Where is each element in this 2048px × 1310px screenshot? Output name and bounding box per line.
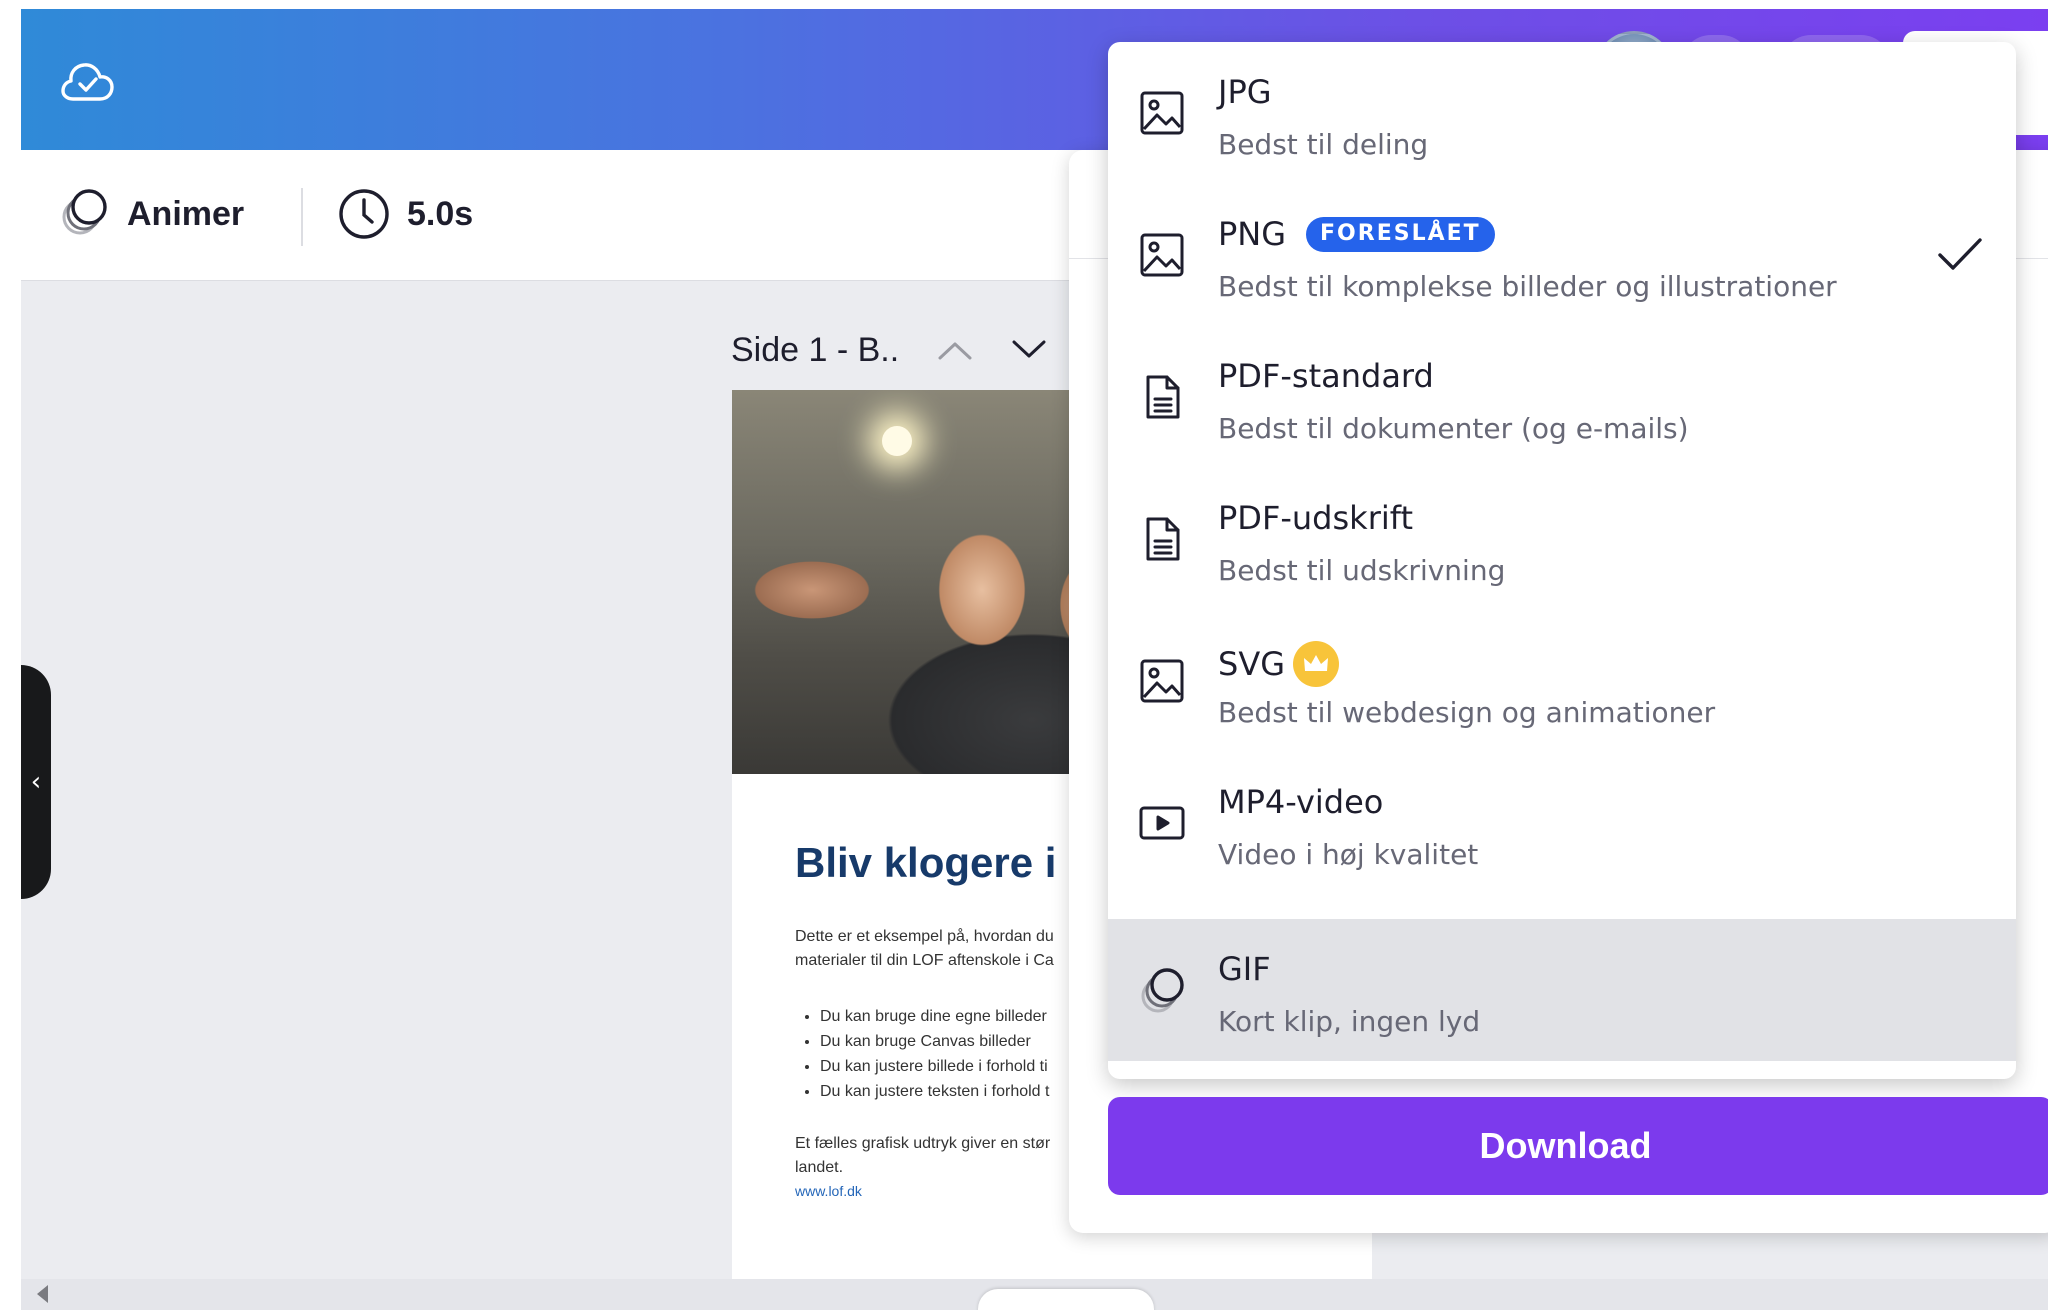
format-option-gif[interactable]: GIF Kort klip, ingen lyd (1108, 919, 2016, 1061)
format-description: Kort klip, ingen lyd (1218, 1005, 1481, 1038)
format-name: GIF (1218, 950, 1271, 988)
format-option-jpg[interactable]: JPG Bedst til deling (1108, 42, 2016, 184)
format-option-mp4[interactable]: MP4-video Video i høj kvalitet (1108, 752, 2016, 894)
format-description: Bedst til dokumenter (og e-mails) (1218, 412, 1689, 445)
format-description: Bedst til deling (1218, 128, 1429, 161)
format-description: Bedst til webdesign og animationer (1218, 696, 1716, 729)
list-item: Du kan justere billede i forhold ti (820, 1054, 1049, 1079)
page-heading[interactable]: Bliv klogere i (795, 839, 1056, 887)
chevron-up-icon (938, 342, 972, 360)
page-down-button[interactable] (1003, 324, 1055, 376)
animate-icon (62, 189, 107, 235)
page-header: Side 1 - B.. (731, 324, 1055, 376)
list-item: Du kan justere teksten i forhold t (820, 1079, 1049, 1104)
format-name: JPG (1218, 73, 1272, 111)
image-icon (1140, 91, 1184, 135)
format-name: SVG (1218, 645, 1285, 683)
scroll-left-icon[interactable] (37, 1285, 48, 1303)
list-item: Du kan bruge Canvas billeder (820, 1029, 1049, 1054)
format-option-svg[interactable]: SVG Bedst til webdesign og animationer (1108, 610, 2016, 752)
file-type-list: JPG Bedst til deling PNG FORESLÅET Bedst… (1108, 42, 2016, 1079)
premium-crown-icon (1293, 641, 1339, 687)
horizontal-scrollbar[interactable] (21, 1279, 2048, 1310)
page-up-button[interactable] (929, 324, 981, 376)
page-outro-line[interactable]: Et fælles grafisk udtryk giver en stør (795, 1132, 1050, 1156)
format-option-pdf-standard[interactable]: PDF-standard Bedst til dokumenter (og e-… (1108, 326, 2016, 468)
format-option-pdf-print[interactable]: PDF-udskrift Bedst til udskrivning (1108, 468, 2016, 610)
toolbar-divider (301, 188, 303, 246)
format-description: Bedst til komplekse billeder og illustra… (1218, 270, 1837, 303)
format-description: Video i høj kvalitet (1218, 838, 1479, 871)
chevron-left-icon: ‹ (30, 767, 42, 797)
animate-icon (1141, 968, 1184, 1013)
page-intro-line[interactable]: Dette er et eksempel på, hvordan du (795, 925, 1054, 949)
format-name: PDF-standard (1218, 357, 1434, 395)
animate-label: Animer (127, 194, 245, 233)
document-icon (1146, 517, 1180, 561)
video-icon (1139, 806, 1185, 840)
clock-icon (339, 189, 389, 239)
cloud-saved-icon[interactable] (59, 54, 117, 112)
side-panel-toggle[interactable]: ‹ (21, 665, 51, 899)
page-title[interactable]: Side 1 - B.. (731, 331, 899, 370)
duration-button[interactable]: 5.0s (337, 186, 473, 242)
format-option-png[interactable]: PNG FORESLÅET Bedst til komplekse billed… (1108, 184, 2016, 326)
page-bullet-list[interactable]: Du kan bruge dine egne billeder Du kan b… (800, 1004, 1049, 1104)
download-button[interactable]: Download (1108, 1097, 2048, 1195)
chevron-down-icon (1012, 340, 1046, 358)
checkmark-icon (1938, 238, 1982, 270)
photo-lamp (882, 426, 912, 456)
format-name: PDF-udskrift (1218, 499, 1413, 537)
document-icon (1146, 375, 1180, 419)
share-indicator (2011, 139, 2048, 150)
download-button-label: Download (1479, 1125, 1652, 1166)
page-link[interactable]: www.lof.dk (795, 1183, 862, 1199)
suggested-badge: FORESLÅET (1306, 216, 1495, 252)
format-name: PNG (1218, 215, 1287, 253)
page-intro-line[interactable]: materialer til din LOF aftenskole i Ca (795, 949, 1054, 973)
image-icon (1140, 659, 1184, 703)
format-name: MP4-video (1218, 783, 1384, 821)
page-drawer-handle[interactable] (978, 1289, 1154, 1310)
image-icon (1140, 233, 1184, 277)
format-description: Bedst til udskrivning (1218, 554, 1506, 587)
duration-label: 5.0s (407, 194, 474, 233)
page-outro-line[interactable]: landet. (795, 1156, 843, 1180)
list-item: Du kan bruge dine egne billeder (820, 1004, 1049, 1029)
animate-button[interactable]: Animer (55, 186, 244, 242)
